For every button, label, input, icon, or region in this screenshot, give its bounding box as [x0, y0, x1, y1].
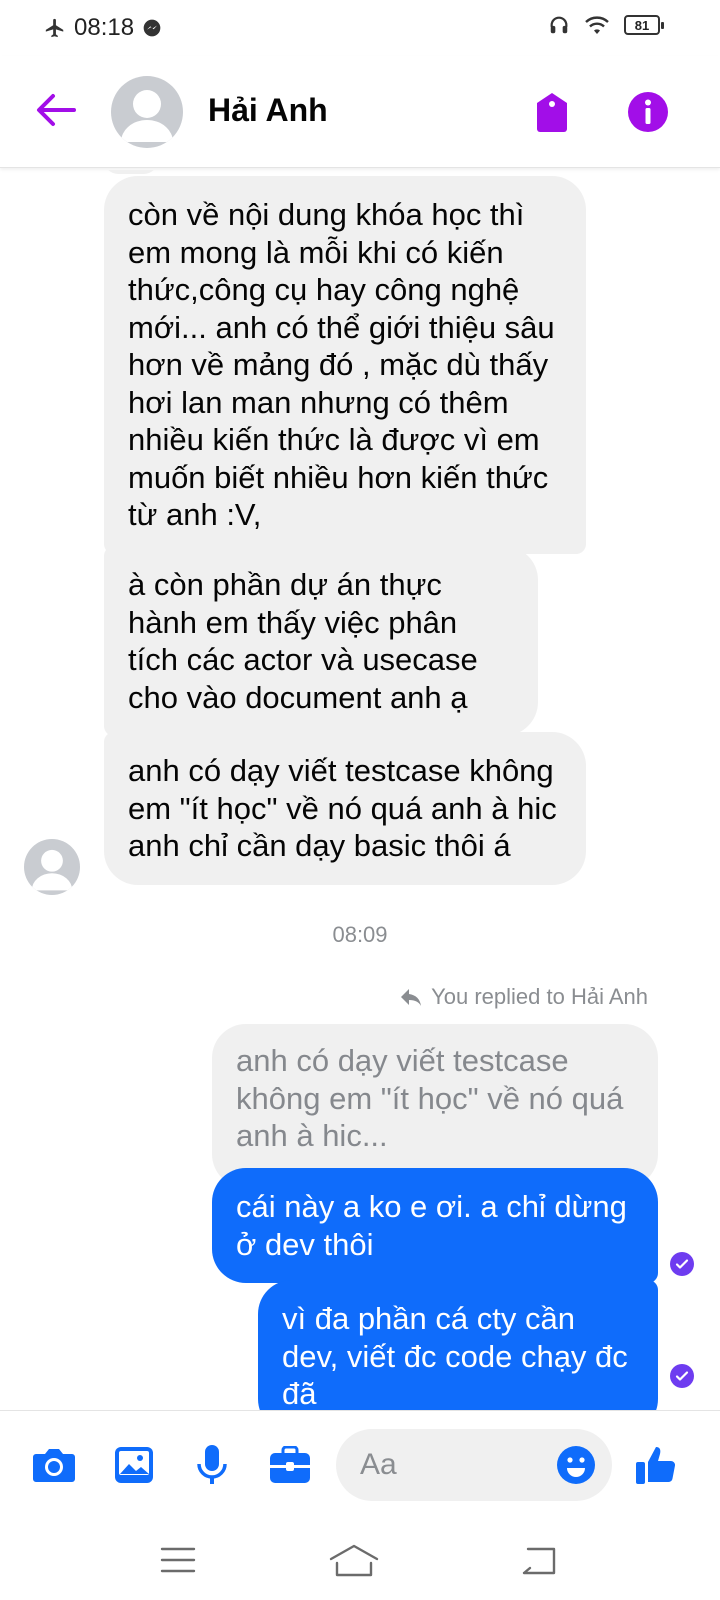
message-composer [0, 1410, 720, 1520]
chat-header: Hải Anh [0, 56, 720, 168]
default-avatar-icon [31, 849, 73, 891]
message-text: còn về nội dung khóa học thì em mong là … [128, 197, 555, 532]
outgoing-message[interactable]: vì đa phần cá cty cần dev, viết đc code … [258, 1280, 658, 1410]
tag-button[interactable] [528, 86, 576, 138]
seen-check-icon [670, 1252, 694, 1276]
status-right: 81 [548, 14, 664, 36]
message-text: cái này a ko e ơi. a chỉ dừng ở dev thôi [236, 1189, 627, 1262]
message-text: anh có dạy viết testcase không em "ít họ… [128, 753, 557, 863]
smiley-icon[interactable] [556, 1445, 596, 1485]
camera-button[interactable] [28, 1439, 80, 1491]
status-time: 08:18 [74, 14, 135, 41]
contact-avatar[interactable] [111, 76, 183, 148]
camera-icon [33, 1449, 75, 1482]
gallery-button[interactable] [108, 1439, 160, 1491]
reply-label-text: You replied to Hải Anh [431, 984, 648, 1009]
message-input-container[interactable] [336, 1429, 612, 1501]
voice-button[interactable] [186, 1439, 238, 1491]
reply-arrow-icon [401, 989, 422, 1006]
message-text: à còn phần dự án thực hành em thấy việc … [128, 567, 478, 715]
previous-message-bubble[interactable] [104, 170, 158, 174]
menu-nav-button[interactable] [150, 1538, 206, 1582]
incoming-message[interactable]: à còn phần dự án thực hành em thấy việc … [104, 546, 538, 736]
info-icon [628, 92, 668, 132]
messenger-notification-icon [143, 19, 161, 37]
seen-check-icon [670, 1364, 694, 1388]
status-bar: 08:18 81 [0, 0, 720, 56]
back-nav-icon [522, 1547, 556, 1575]
image-icon [115, 1447, 153, 1483]
airplane-mode-icon [45, 18, 64, 38]
wifi-icon [585, 16, 609, 34]
incoming-message[interactable]: anh có dạy viết testcase không em "ít họ… [104, 732, 586, 885]
message-timestamp: 08:09 [332, 922, 388, 947]
message-text: vì đa phần cá cty cần dev, viết đc code … [282, 1301, 628, 1410]
incoming-message[interactable]: còn về nội dung khóa học thì em mong là … [104, 176, 586, 554]
tag-icon [537, 93, 567, 132]
like-button[interactable] [630, 1439, 682, 1491]
microphone-icon [197, 1445, 227, 1484]
message-input[interactable] [360, 1445, 530, 1485]
headphones-icon [550, 16, 568, 34]
menu-icon [160, 1547, 196, 1573]
back-button[interactable] [32, 84, 80, 136]
message-list[interactable]: còn về nội dung khóa học thì em mong là … [0, 170, 720, 1410]
back-nav-button[interactable] [512, 1538, 568, 1582]
more-tools-button[interactable] [264, 1439, 316, 1491]
back-arrow-icon [37, 94, 76, 126]
system-navigation-bar [0, 1520, 720, 1600]
contact-name[interactable]: Hải Anh [208, 92, 328, 129]
thumbs-up-icon [636, 1447, 676, 1484]
info-button[interactable] [624, 88, 672, 136]
default-avatar-icon [121, 90, 173, 142]
status-left: 08:18 [44, 14, 162, 42]
home-icon [329, 1544, 379, 1577]
battery-indicator: 81 [624, 15, 664, 35]
quoted-message[interactable]: anh có dạy viết testcase không em "ít họ… [212, 1024, 658, 1188]
battery-level: 81 [634, 17, 650, 33]
home-nav-button[interactable] [326, 1538, 382, 1582]
reply-indicator: You replied to Hải Anh [399, 984, 648, 1010]
quoted-message-text: anh có dạy viết testcase không em "ít họ… [236, 1043, 624, 1153]
sender-avatar[interactable] [24, 839, 80, 895]
outgoing-message[interactable]: cái này a ko e ơi. a chỉ dừng ở dev thôi [212, 1168, 658, 1283]
briefcase-icon [270, 1446, 310, 1483]
